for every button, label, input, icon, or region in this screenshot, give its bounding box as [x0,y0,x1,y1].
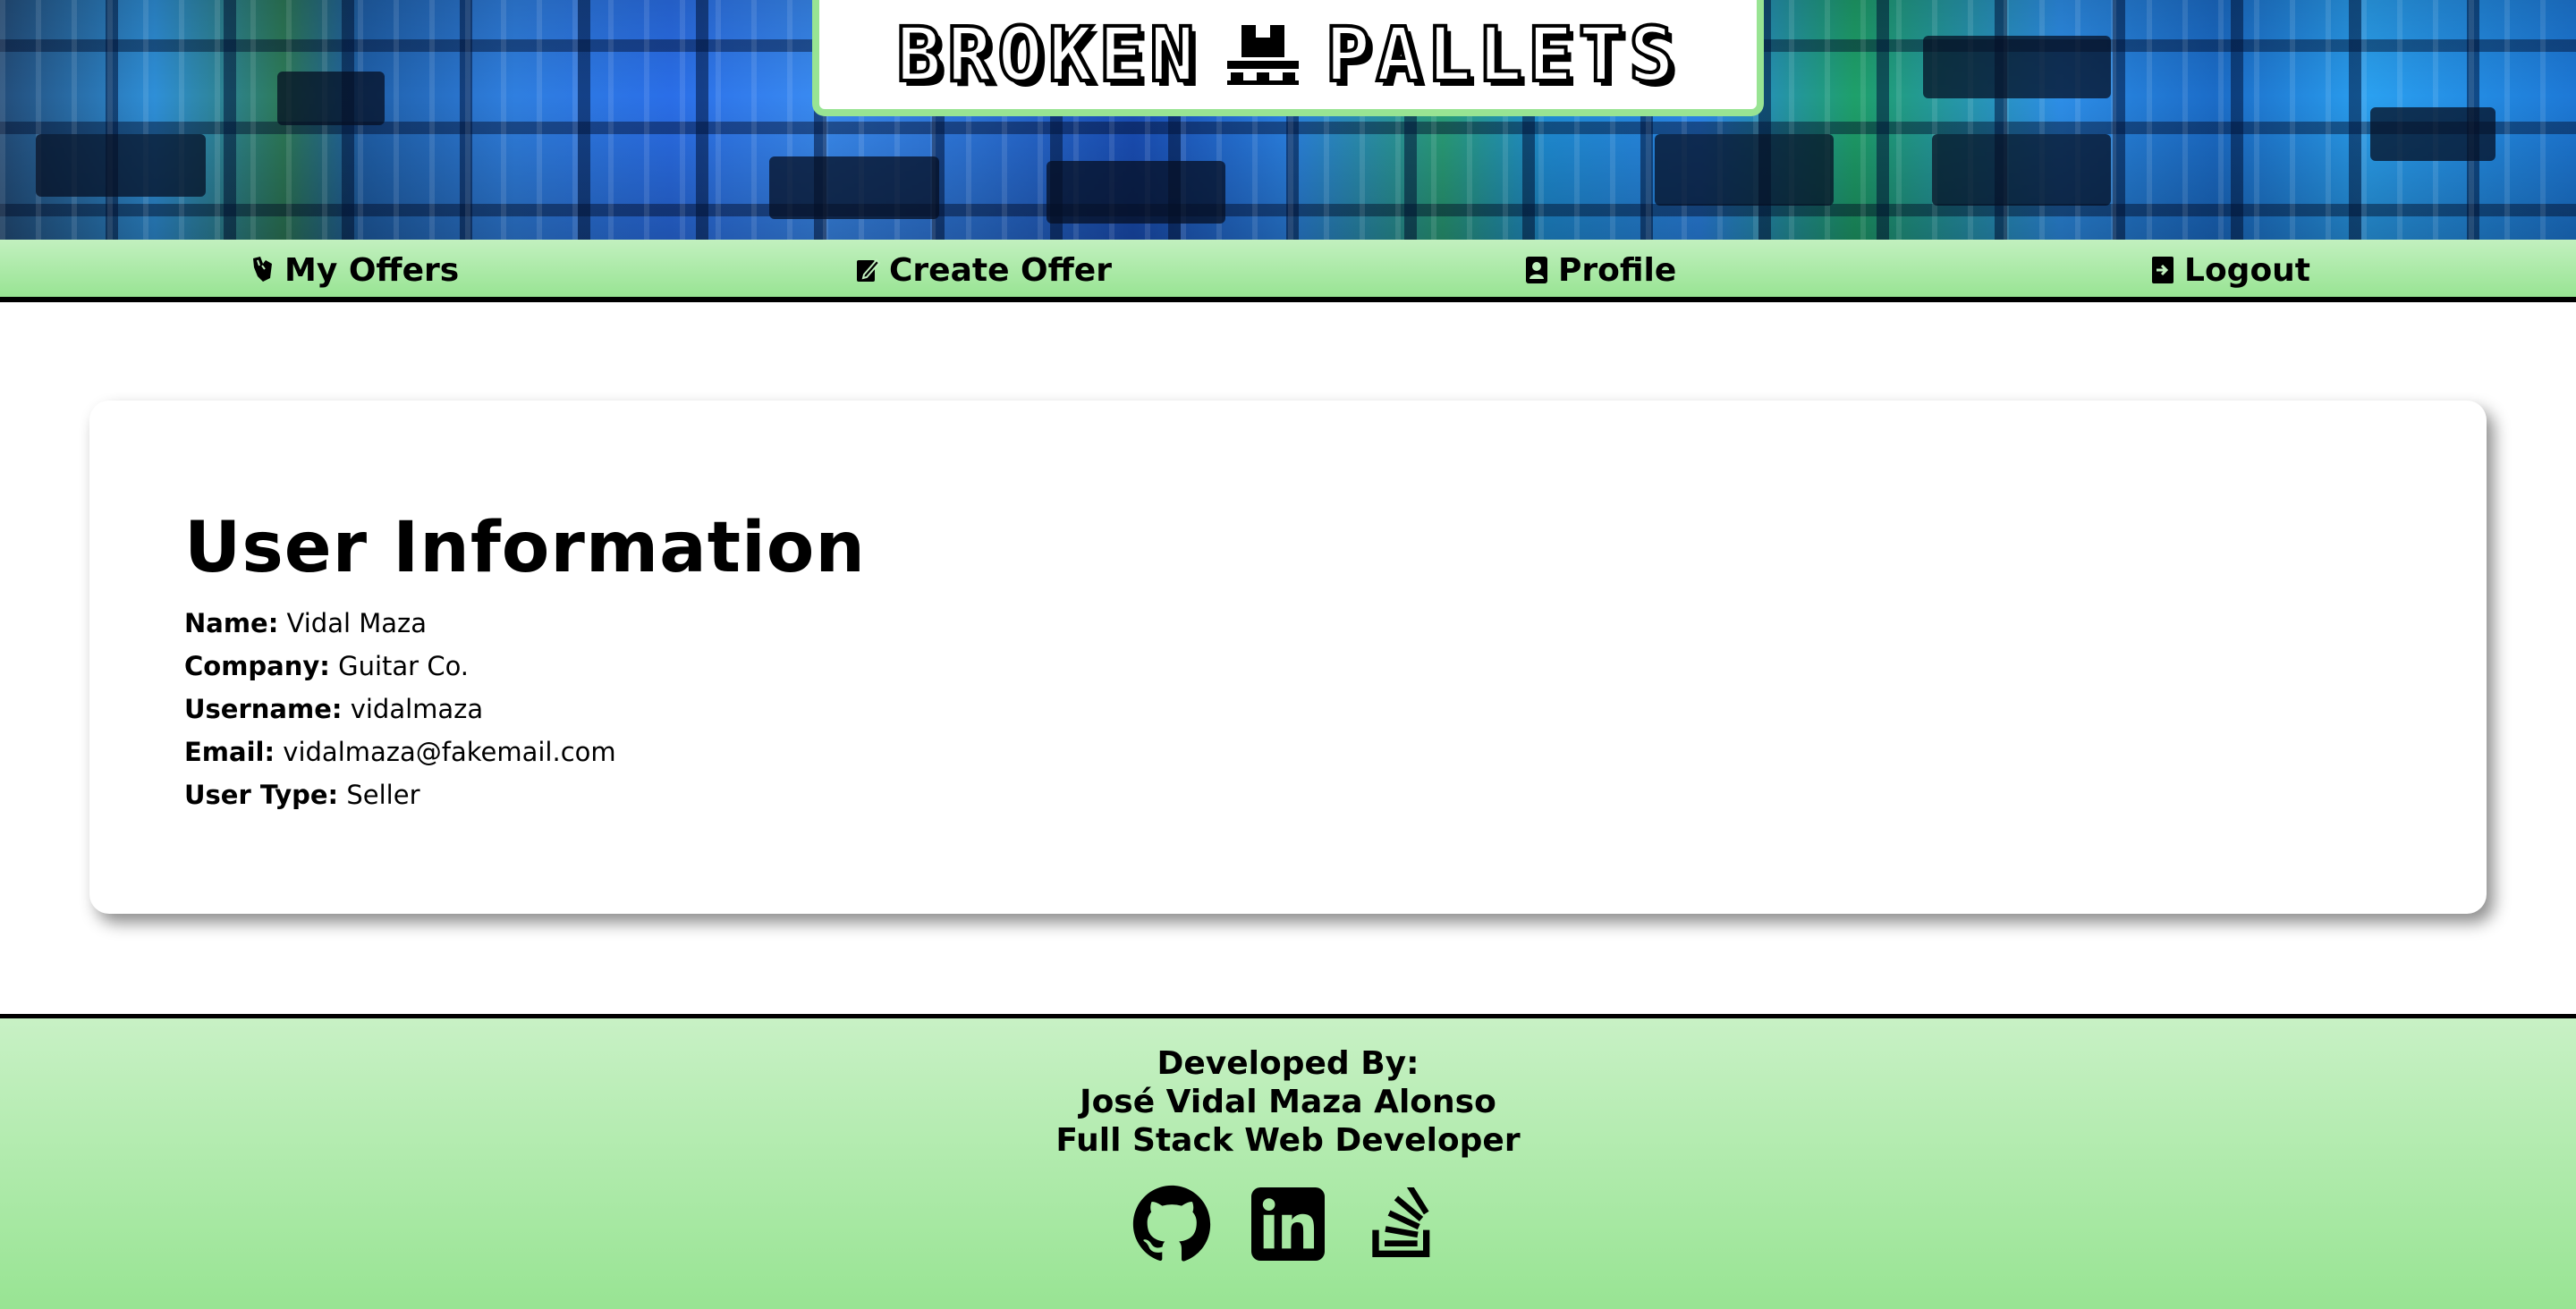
stackoverflow-icon [1372,1187,1430,1257]
footer-developed-by: Developed By: [1157,1045,1419,1082]
footer-author: José Vidal Maza Alonso [1080,1084,1496,1120]
brand-title-left: BROKEN [894,9,1200,100]
info-row-email: Email: vidalmaza@fakemail.com [184,737,616,767]
nav-logout[interactable]: Logout [2150,249,2310,291]
github-icon [1132,1185,1211,1262]
info-row-name: Name: Vidal Maza [184,608,427,638]
github-link[interactable] [1129,1181,1215,1267]
nav-create-offer[interactable]: Create Offer [855,249,1112,291]
stackoverflow-link[interactable] [1360,1181,1445,1267]
pallet-slot [1655,134,1834,206]
offers-icon [253,257,272,282]
pallet-slot [769,156,939,219]
info-row-company: Company: Guitar Co. [184,651,469,681]
info-label: Name: [184,608,279,638]
info-label: Username: [184,694,343,724]
nav-label: Logout [2184,251,2311,289]
pallet-slot [1046,161,1225,224]
info-label: User Type: [184,780,339,810]
pallet-slot [1923,36,2111,98]
info-row-username: Username: vidalmaza [184,694,483,724]
info-label: Company: [184,651,330,681]
info-value: vidalmaza@fakemail.com [283,737,616,767]
nav-label: Create Offer [889,251,1112,289]
pallet-slot [1932,134,2111,206]
info-value: Guitar Co. [338,651,470,681]
info-value: vidalmaza [350,694,484,724]
footer-role: Full Stack Web Developer [1055,1122,1521,1159]
linkedin-icon [1251,1187,1325,1261]
pallet-slot [2370,107,2496,161]
main-nav: My Offers Create Offer Profile Logout [0,240,2576,302]
info-value: Seller [346,780,420,810]
brand-logo[interactable]: BROKEN PALLETS [812,0,1764,116]
nav-my-offers[interactable]: My Offers [250,249,459,291]
linkedin-link[interactable] [1245,1181,1331,1267]
brand-title-right: PALLETS [1324,9,1680,100]
info-row-user-type: User Type: Seller [184,780,420,810]
logout-icon [2152,257,2174,283]
pallet-slot [36,134,206,197]
site-footer: Developed By: José Vidal Maza Alonso Ful… [0,1014,2576,1309]
nav-label: Profile [1558,251,1677,289]
info-value: Vidal Maza [286,608,428,638]
user-info-card: User Information Name: Vidal Maza Compan… [89,401,2487,914]
profile-icon [1526,257,1547,283]
nav-profile[interactable]: Profile [1524,249,1676,291]
pallet-slot [277,72,385,125]
create-offer-icon [857,258,880,282]
user-info-heading: User Information [184,508,866,588]
nav-label: My Offers [284,251,460,289]
pallet-box-icon [1226,25,1299,85]
info-label: Email: [184,737,275,767]
